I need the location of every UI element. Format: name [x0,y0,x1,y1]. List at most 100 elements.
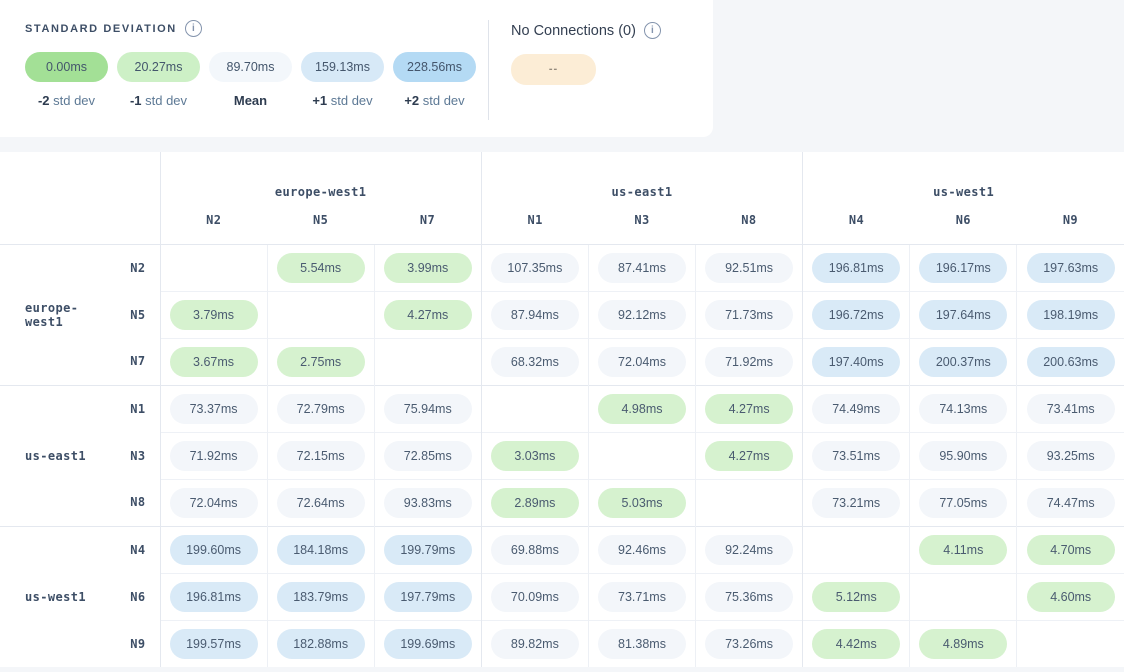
latency-pill[interactable]: 73.21ms [812,488,900,518]
latency-pill[interactable]: 196.81ms [812,253,900,283]
latency-pill[interactable]: 5.03ms [598,488,686,518]
latency-cell: 72.04ms [160,479,267,526]
latency-pill[interactable]: 87.41ms [598,253,686,283]
latency-pill[interactable]: 68.32ms [491,347,579,377]
latency-pill[interactable]: 72.04ms [598,347,686,377]
latency-pill[interactable]: 199.79ms [384,535,472,565]
latency-pill[interactable]: 73.37ms [170,394,258,424]
info-icon[interactable]: i [185,20,202,37]
latency-pill[interactable]: 75.36ms [705,582,793,612]
latency-pill[interactable]: 4.70ms [1027,535,1115,565]
latency-pill[interactable]: 69.88ms [491,535,579,565]
latency-pill[interactable]: 4.60ms [1027,582,1115,612]
column-node-header: N1 [481,208,588,244]
latency-pill[interactable]: 4.27ms [705,394,793,424]
latency-pill[interactable]: 74.49ms [812,394,900,424]
latency-pill[interactable]: 71.73ms [705,300,793,330]
latency-cell: 3.03ms [481,432,588,479]
latency-pill[interactable]: 2.89ms [491,488,579,518]
latency-pill[interactable]: 5.54ms [277,253,365,283]
row-region-label: us-east1 [0,385,92,526]
latency-cell: 72.79ms [267,385,374,432]
latency-pill[interactable]: 92.12ms [598,300,686,330]
latency-pill[interactable]: 4.27ms [705,441,793,471]
legend-label: +2 std dev [393,93,476,108]
latency-pill[interactable]: 182.88ms [277,629,365,659]
latency-cell: 77.05ms [910,479,1017,526]
latency-pill[interactable]: 199.57ms [170,629,258,659]
latency-pill[interactable]: 197.64ms [919,300,1007,330]
latency-pill[interactable]: 70.09ms [491,582,579,612]
latency-pill[interactable]: 199.69ms [384,629,472,659]
latency-pill[interactable]: 184.18ms [277,535,365,565]
latency-pill[interactable]: 198.19ms [1027,300,1115,330]
latency-pill[interactable]: 197.40ms [812,347,900,377]
latency-cell: 81.38ms [588,620,695,667]
latency-pill[interactable]: 4.42ms [812,629,900,659]
latency-cell: 92.46ms [588,526,695,573]
latency-matrix-section: europe-west1us-east1us-west1N2N5N7N1N3N8… [0,152,1124,667]
latency-pill[interactable]: 183.79ms [277,582,365,612]
legend-item: 89.70msMean [209,52,292,108]
latency-pill[interactable]: 3.03ms [491,441,579,471]
latency-pill[interactable]: 75.94ms [384,394,472,424]
legend-pill: 228.56ms [393,52,476,82]
latency-cell: 71.73ms [696,291,803,338]
latency-pill[interactable]: 92.24ms [705,535,793,565]
info-icon[interactable]: i [644,22,661,39]
latency-pill[interactable]: 3.79ms [170,300,258,330]
latency-pill[interactable]: 87.94ms [491,300,579,330]
latency-pill[interactable]: 3.67ms [170,347,258,377]
latency-pill[interactable]: 197.79ms [384,582,472,612]
latency-pill[interactable]: 196.72ms [812,300,900,330]
latency-cell: 4.27ms [696,432,803,479]
latency-pill[interactable]: 72.15ms [277,441,365,471]
latency-pill[interactable]: 197.63ms [1027,253,1115,283]
latency-pill[interactable]: 71.92ms [170,441,258,471]
latency-pill[interactable]: 95.90ms [919,441,1007,471]
latency-pill[interactable]: 73.51ms [812,441,900,471]
latency-pill[interactable]: 5.12ms [812,582,900,612]
latency-cell: 4.89ms [910,620,1017,667]
latency-pill[interactable]: 77.05ms [919,488,1007,518]
latency-pill[interactable]: 72.04ms [170,488,258,518]
latency-pill[interactable]: 3.99ms [384,253,472,283]
latency-pill[interactable]: 2.75ms [277,347,365,377]
latency-pill[interactable]: 73.26ms [705,629,793,659]
latency-pill[interactable]: 199.60ms [170,535,258,565]
latency-pill[interactable]: 4.89ms [919,629,1007,659]
latency-pill[interactable]: 72.85ms [384,441,472,471]
latency-pill[interactable]: 196.17ms [919,253,1007,283]
row-node-label: N4 [92,526,160,573]
latency-pill[interactable]: 4.98ms [598,394,686,424]
latency-cell: 93.25ms [1017,432,1124,479]
column-node-header: N9 [1017,208,1124,244]
latency-pill[interactable]: 200.37ms [919,347,1007,377]
latency-pill[interactable]: 72.64ms [277,488,365,518]
row-node-label: N9 [92,620,160,667]
latency-pill[interactable]: 74.47ms [1027,488,1115,518]
latency-pill[interactable]: 93.25ms [1027,441,1115,471]
latency-cell: 197.79ms [374,573,481,620]
no-connections-title: No Connections (0) [511,23,636,39]
latency-cell: 68.32ms [481,338,588,385]
table-row: N53.79ms4.27ms87.94ms92.12ms71.73ms196.7… [0,291,1124,338]
latency-pill[interactable]: 81.38ms [598,629,686,659]
latency-pill[interactable]: 4.11ms [919,535,1007,565]
latency-pill[interactable]: 72.79ms [277,394,365,424]
latency-pill[interactable]: 196.81ms [170,582,258,612]
latency-pill[interactable]: 92.51ms [705,253,793,283]
legend-pill: 20.27ms [117,52,200,82]
latency-pill[interactable]: 107.35ms [491,253,579,283]
latency-pill[interactable]: 73.41ms [1027,394,1115,424]
latency-pill[interactable]: 71.92ms [705,347,793,377]
latency-cell: 87.41ms [588,244,695,291]
latency-pill[interactable]: 200.63ms [1027,347,1115,377]
latency-cell: 3.67ms [160,338,267,385]
latency-pill[interactable]: 4.27ms [384,300,472,330]
latency-pill[interactable]: 74.13ms [919,394,1007,424]
latency-pill[interactable]: 73.71ms [598,582,686,612]
latency-pill[interactable]: 93.83ms [384,488,472,518]
latency-pill[interactable]: 92.46ms [598,535,686,565]
latency-pill[interactable]: 89.82ms [491,629,579,659]
